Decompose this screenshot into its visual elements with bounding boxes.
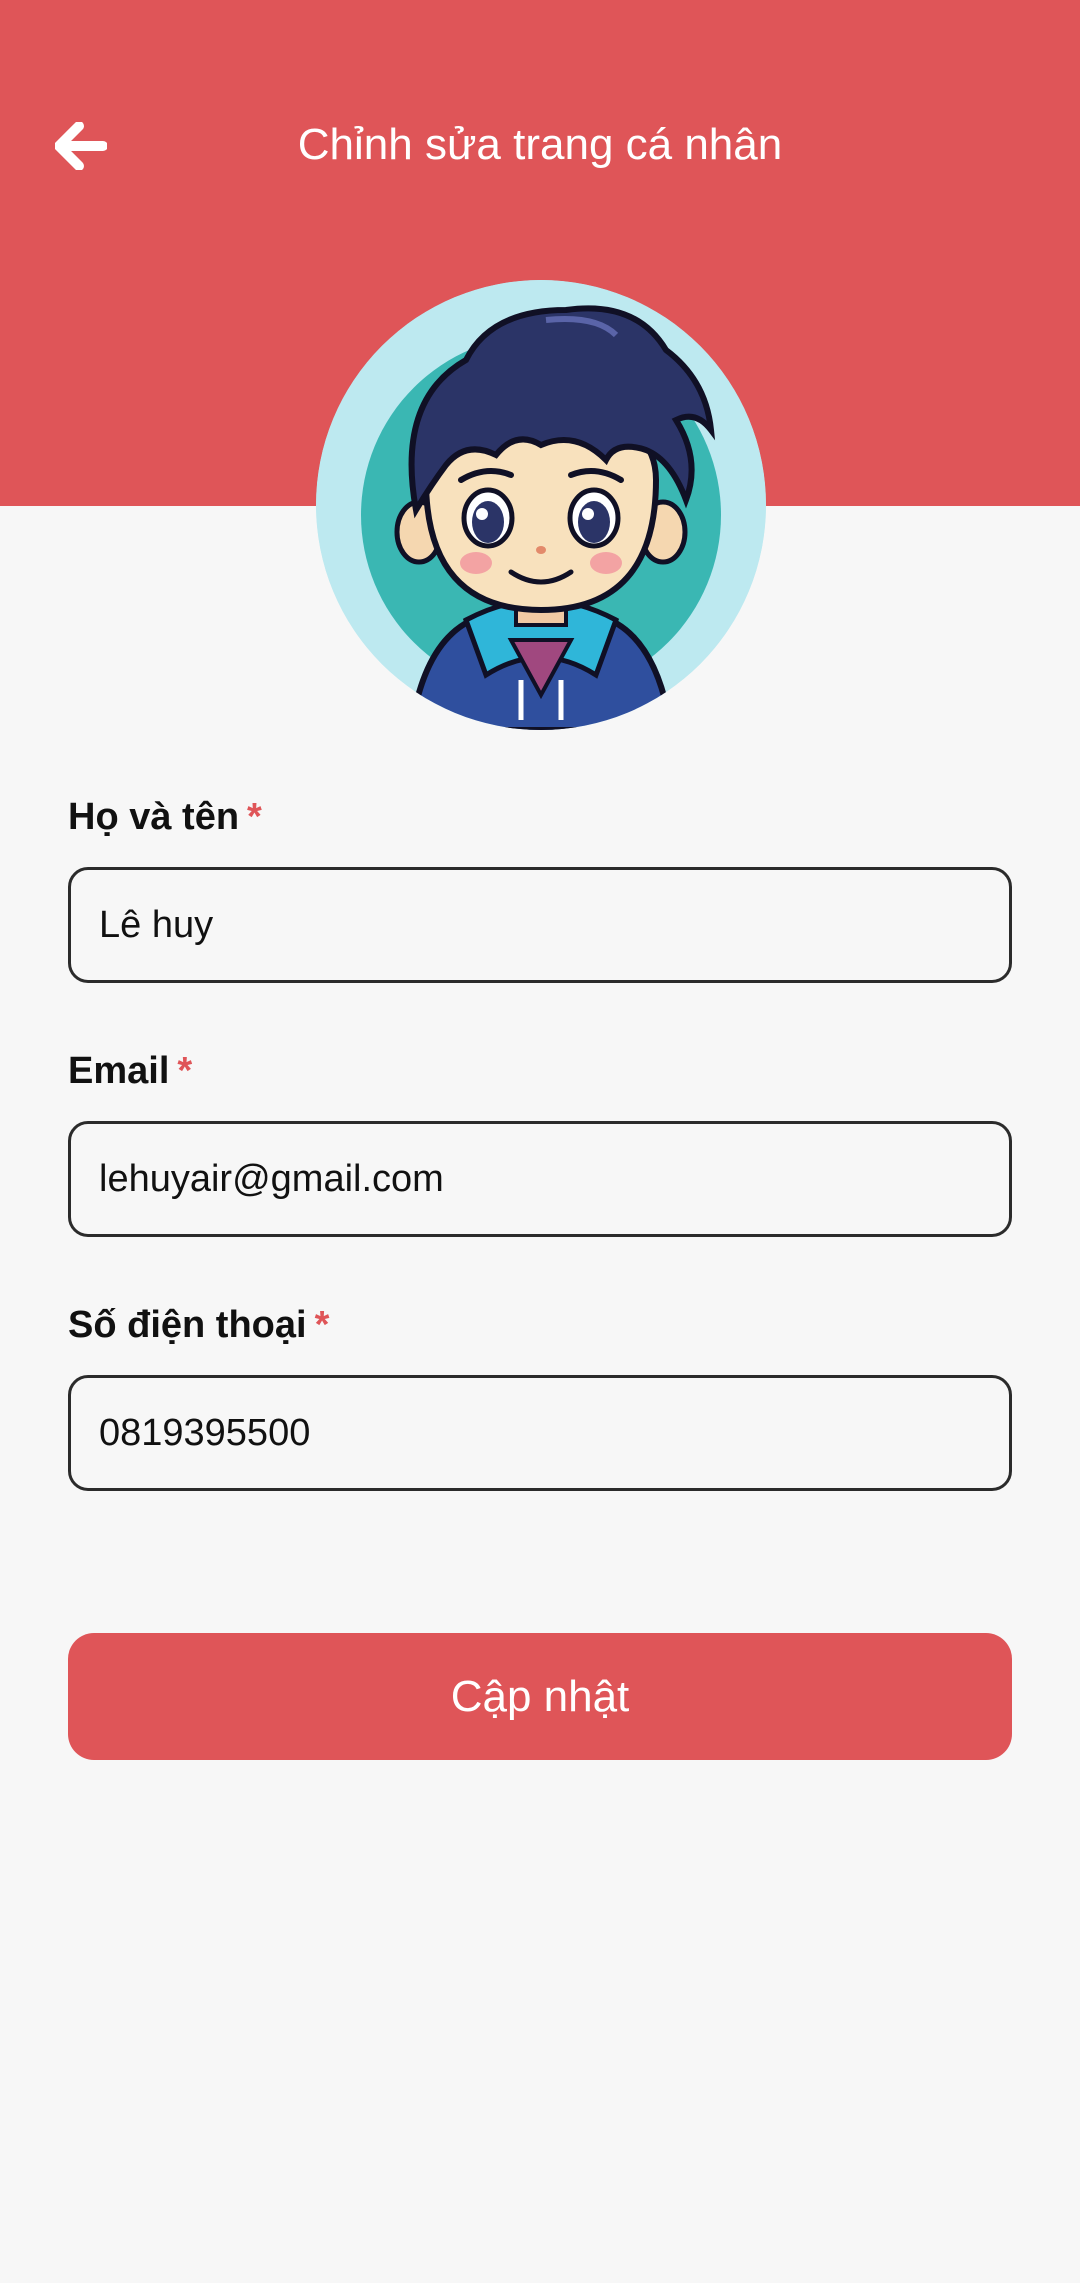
email-label-text: Email <box>68 1050 170 1092</box>
email-label: Email * <box>68 1046 192 1096</box>
required-marker: * <box>177 1050 193 1092</box>
full-name-input[interactable] <box>68 867 1012 983</box>
required-marker: * <box>314 1304 330 1346</box>
full-name-label: Họ và tên * <box>68 792 262 842</box>
page-title: Chỉnh sửa trang cá nhân <box>297 120 783 169</box>
required-marker: * <box>247 796 262 838</box>
phone-input[interactable] <box>68 1375 1012 1491</box>
update-button[interactable]: Cập nhật <box>68 1633 1012 1760</box>
email-input[interactable] <box>68 1121 1012 1237</box>
avatar[interactable] <box>316 280 766 730</box>
phone-label: Số điện thoại * <box>68 1300 329 1350</box>
phone-label-text: Số điện thoại <box>68 1304 307 1346</box>
full-name-label-text: Họ và tên <box>68 796 240 838</box>
cartoon-boy-avatar-icon <box>316 280 766 730</box>
